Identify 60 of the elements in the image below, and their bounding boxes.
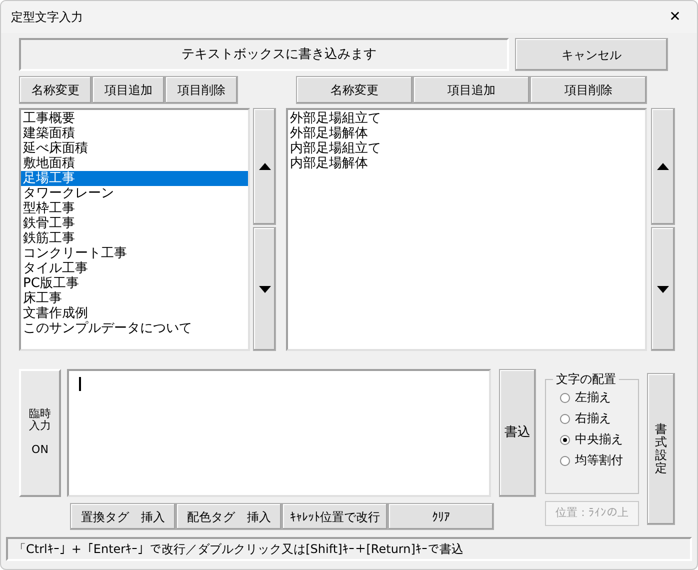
toggle-label: 臨時入力 (28, 408, 52, 432)
group-title: 文字の配置 (553, 372, 619, 387)
list-item[interactable]: 延べ床面積 (21, 141, 248, 156)
list-item[interactable]: 内部足場組立て (288, 141, 645, 156)
list-item[interactable]: 建築面積 (21, 126, 248, 141)
right-list-button[interactable]: 項目追加 (413, 76, 530, 104)
radio-button[interactable] (560, 434, 570, 444)
radio-label[interactable]: 均等割付 (575, 453, 623, 468)
move-up-button[interactable] (651, 108, 675, 225)
radio-label[interactable]: 左揃え (575, 390, 611, 405)
list-item[interactable]: 外部足場解体 (288, 126, 645, 141)
down-arrow-icon (258, 286, 270, 292)
list-item[interactable]: タワークレーン (21, 186, 248, 201)
insert-button[interactable]: ｷｬﾚｯﾄ位置で改行 (282, 503, 388, 530)
list-box[interactable]: 外部足場組立て 外部足場解体 内部足場組立て 内部足場解体 (286, 108, 647, 351)
text-input-area[interactable] (67, 369, 491, 497)
text-cursor (79, 377, 81, 391)
list-item[interactable]: 内部足場解体 (288, 156, 645, 171)
move-down-button[interactable] (651, 227, 675, 351)
list-item[interactable]: 型枠工事 (21, 201, 248, 216)
radio-button[interactable] (560, 392, 570, 402)
list-box[interactable]: 工事概要 建築面積 延べ床面積 敷地面積 足場工事 タワークレーン 型枠工事 鉄骨工事 鉄筋工事 コンクリート工事 タイル工事 PC版工事 床工事 文書作成例 このサンプルデータについて (19, 108, 250, 351)
list-item[interactable]: 敷地面積 (21, 156, 248, 171)
list-item[interactable]: コンクリート工事 (21, 246, 248, 261)
cancel-button[interactable]: キャンセル (515, 38, 668, 71)
left-list-button[interactable]: 名称変更 (19, 76, 92, 104)
insert-button[interactable]: 配色タグ 挿入 (176, 503, 282, 530)
list-item[interactable]: このサンプルデータについて (21, 321, 248, 336)
move-up-button[interactable] (253, 108, 276, 225)
radio-button[interactable] (560, 414, 570, 424)
write-button[interactable]: 書込 (499, 369, 536, 497)
list-item[interactable]: 足場工事 (21, 171, 248, 186)
insert-button[interactable]: 置換タグ 挿入 (70, 503, 176, 530)
toggle-state: ON (32, 442, 48, 458)
left-list-button[interactable]: 項目削除 (165, 76, 238, 104)
up-arrow-icon (657, 163, 669, 170)
move-down-button[interactable] (253, 227, 276, 351)
message-bar: テキストボックスに書き込みます (19, 38, 509, 71)
close-button[interactable]: ✕ (663, 6, 687, 28)
up-arrow-icon (258, 163, 270, 170)
list-item[interactable]: 外部足場組立て (288, 111, 645, 126)
list-item[interactable]: 工事概要 (21, 111, 248, 126)
window-title: 定型文字入力 (11, 9, 83, 26)
radio-label[interactable]: 中央揃え (575, 432, 623, 447)
down-arrow-icon (657, 286, 669, 292)
temporary-input-toggle[interactable]: 臨時入力 ON (19, 369, 61, 497)
list-item[interactable]: 床工事 (21, 291, 248, 306)
list-item[interactable]: 鉄骨工事 (21, 216, 248, 231)
list-item[interactable]: 文書作成例 (21, 306, 248, 321)
right-list-button[interactable]: 項目削除 (530, 76, 647, 104)
right-list-button[interactable]: 名称変更 (296, 76, 413, 104)
left-list-button[interactable]: 項目追加 (92, 76, 165, 104)
radio-label[interactable]: 右揃え (575, 411, 611, 426)
insert-button[interactable]: ｸﾘｱ (388, 503, 494, 530)
format-settings-button[interactable]: 書式設定 (647, 373, 675, 525)
status-bar: 「Ctrlｷｰ」+「Enterｷｰ」で改行／ダブルクリック又は[Shift]ｷｰ＋[Return]ｷｰで書込 (6, 537, 692, 561)
list-item[interactable]: PC版工事 (21, 276, 248, 291)
radio-button[interactable] (560, 456, 570, 466)
list-item[interactable]: 鉄筋工事 (21, 231, 248, 246)
list-item[interactable]: タイル工事 (21, 261, 248, 276)
